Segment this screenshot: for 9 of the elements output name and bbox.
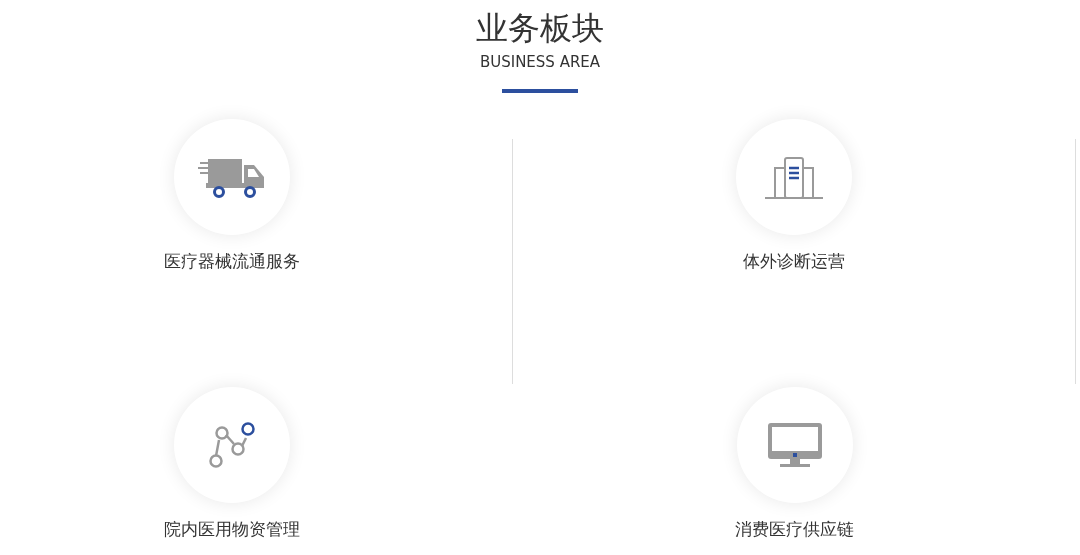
business-label: 消费医疗供应链 (735, 518, 854, 540)
building-icon (763, 154, 825, 200)
business-label: 体外诊断运营 (743, 250, 845, 272)
business-label: 院内医用物资管理 (164, 518, 300, 540)
connected-nodes-icon (206, 421, 258, 469)
business-label: 医疗器械流通服务 (163, 250, 300, 272)
section-subtitle: BUSINESS AREA (479, 52, 601, 72)
section-title: 业务板块 (476, 8, 604, 48)
monitor-icon (765, 421, 824, 469)
